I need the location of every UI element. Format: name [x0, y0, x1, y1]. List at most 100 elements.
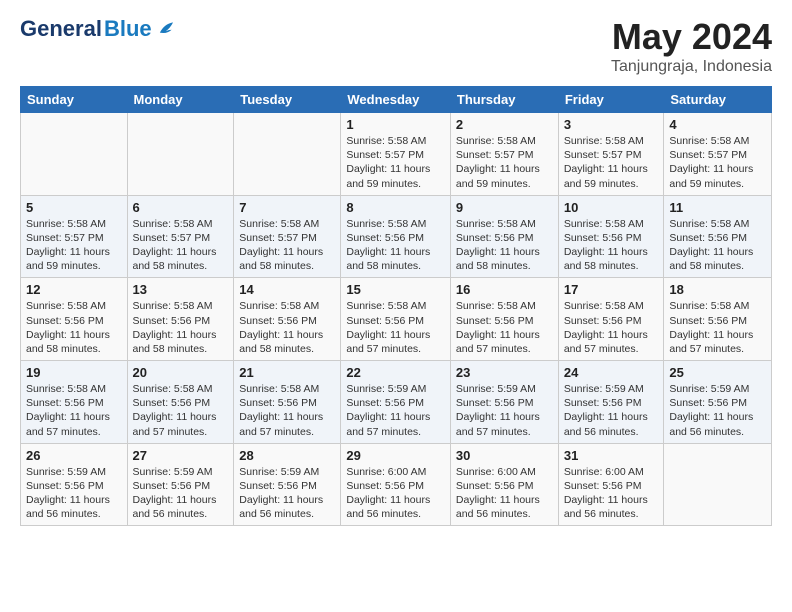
day-number: 8: [346, 200, 445, 215]
day-number: 7: [239, 200, 335, 215]
table-row: 3 Sunrise: 5:58 AMSunset: 5:57 PMDaylight…: [558, 113, 664, 196]
table-row: [664, 443, 772, 526]
day-number: 5: [26, 200, 122, 215]
day-number: 17: [564, 282, 659, 297]
logo-general: General: [20, 16, 102, 42]
table-row: 8Sunrise: 5:58 AMSunset: 5:56 PMDaylight…: [341, 195, 451, 278]
day-info: Sunrise: 5:58 AMSunset: 5:57 PMDaylight:…: [669, 134, 766, 191]
table-row: 20 Sunrise: 5:58 AMSunset: 5:56 PMDayligh…: [127, 361, 234, 444]
day-info: Sunrise: 5:58 AMSunset: 5:56 PMDaylight:…: [133, 382, 229, 439]
day-number: 1: [346, 117, 445, 132]
logo-bird-icon: [154, 18, 176, 40]
table-row: 14Sunrise: 5:58 AMSunset: 5:56 PMDayligh…: [234, 278, 341, 361]
day-number: 3: [564, 117, 659, 132]
calendar-week-row: 5 Sunrise: 5:58 AMSunset: 5:57 PMDaylight…: [21, 195, 772, 278]
day-number: 18: [669, 282, 766, 297]
table-row: 1Sunrise: 5:58 AMSunset: 5:57 PMDaylight…: [341, 113, 451, 196]
day-number: 16: [456, 282, 553, 297]
day-info: Sunrise: 5:58 AMSunset: 5:56 PMDaylight:…: [456, 217, 553, 274]
col-wednesday: Wednesday: [341, 87, 451, 113]
table-row: 31 Sunrise: 6:00 AMSunset: 5:56 PMDayligh…: [558, 443, 664, 526]
day-info: Sunrise: 5:59 AMSunset: 5:56 PMDaylight:…: [346, 382, 445, 439]
day-info: Sunrise: 6:00 AMSunset: 5:56 PMDaylight:…: [456, 465, 553, 522]
day-info: Sunrise: 5:58 AMSunset: 5:57 PMDaylight:…: [239, 217, 335, 274]
calendar-week-row: 26 Sunrise: 5:59 AMSunset: 5:56 PMDayligh…: [21, 443, 772, 526]
table-row: 2 Sunrise: 5:58 AMSunset: 5:57 PMDaylight…: [450, 113, 558, 196]
day-number: 11: [669, 200, 766, 215]
table-row: 21 Sunrise: 5:58 AMSunset: 5:56 PMDayligh…: [234, 361, 341, 444]
day-info: Sunrise: 5:59 AMSunset: 5:56 PMDaylight:…: [239, 465, 335, 522]
day-info: Sunrise: 5:58 AMSunset: 5:56 PMDaylight:…: [133, 299, 229, 356]
table-row: [127, 113, 234, 196]
day-info: Sunrise: 5:58 AMSunset: 5:57 PMDaylight:…: [456, 134, 553, 191]
day-info: Sunrise: 5:59 AMSunset: 5:56 PMDaylight:…: [669, 382, 766, 439]
day-info: Sunrise: 5:58 AMSunset: 5:57 PMDaylight:…: [133, 217, 229, 274]
day-info: Sunrise: 5:58 AMSunset: 5:56 PMDaylight:…: [26, 382, 122, 439]
day-number: 2: [456, 117, 553, 132]
logo-blue: Blue: [104, 16, 152, 42]
table-row: 5 Sunrise: 5:58 AMSunset: 5:57 PMDaylight…: [21, 195, 128, 278]
day-number: 15: [346, 282, 445, 297]
day-info: Sunrise: 5:59 AMSunset: 5:56 PMDaylight:…: [456, 382, 553, 439]
table-row: 23 Sunrise: 5:59 AMSunset: 5:56 PMDayligh…: [450, 361, 558, 444]
table-row: 15 Sunrise: 5:58 AMSunset: 5:56 PMDayligh…: [341, 278, 451, 361]
table-row: 10 Sunrise: 5:58 AMSunset: 5:56 PMDayligh…: [558, 195, 664, 278]
day-info: Sunrise: 5:59 AMSunset: 5:56 PMDaylight:…: [26, 465, 122, 522]
table-row: 9 Sunrise: 5:58 AMSunset: 5:56 PMDaylight…: [450, 195, 558, 278]
day-info: Sunrise: 5:59 AMSunset: 5:56 PMDaylight:…: [133, 465, 229, 522]
day-number: 23: [456, 365, 553, 380]
table-row: [21, 113, 128, 196]
day-number: 10: [564, 200, 659, 215]
table-row: 17 Sunrise: 5:58 AMSunset: 5:56 PMDayligh…: [558, 278, 664, 361]
table-row: [234, 113, 341, 196]
col-friday: Friday: [558, 87, 664, 113]
table-row: 12 Sunrise: 5:58 AMSunset: 5:56 PMDayligh…: [21, 278, 128, 361]
day-number: 13: [133, 282, 229, 297]
table-row: 24 Sunrise: 5:59 AMSunset: 5:56 PMDayligh…: [558, 361, 664, 444]
col-tuesday: Tuesday: [234, 87, 341, 113]
col-sunday: Sunday: [21, 87, 128, 113]
day-number: 4: [669, 117, 766, 132]
day-number: 9: [456, 200, 553, 215]
col-monday: Monday: [127, 87, 234, 113]
day-number: 26: [26, 448, 122, 463]
day-info: Sunrise: 5:58 AMSunset: 5:56 PMDaylight:…: [26, 299, 122, 356]
table-row: 28 Sunrise: 5:59 AMSunset: 5:56 PMDayligh…: [234, 443, 341, 526]
table-row: 16 Sunrise: 5:58 AMSunset: 5:56 PMDayligh…: [450, 278, 558, 361]
day-info: Sunrise: 5:58 AMSunset: 5:56 PMDaylight:…: [239, 299, 335, 356]
day-info: Sunrise: 6:00 AMSunset: 5:56 PMDaylight:…: [564, 465, 659, 522]
day-info: Sunrise: 5:58 AMSunset: 5:56 PMDaylight:…: [456, 299, 553, 356]
table-row: 11Sunrise: 5:58 AMSunset: 5:56 PMDayligh…: [664, 195, 772, 278]
day-info: Sunrise: 5:58 AMSunset: 5:57 PMDaylight:…: [564, 134, 659, 191]
day-info: Sunrise: 5:59 AMSunset: 5:56 PMDaylight:…: [564, 382, 659, 439]
day-info: Sunrise: 5:58 AMSunset: 5:56 PMDaylight:…: [564, 217, 659, 274]
table-row: 26 Sunrise: 5:59 AMSunset: 5:56 PMDayligh…: [21, 443, 128, 526]
day-number: 21: [239, 365, 335, 380]
day-info: Sunrise: 6:00 AMSunset: 5:56 PMDaylight:…: [346, 465, 445, 522]
table-row: 7 Sunrise: 5:58 AMSunset: 5:57 PMDaylight…: [234, 195, 341, 278]
col-thursday: Thursday: [450, 87, 558, 113]
day-info: Sunrise: 5:58 AMSunset: 5:56 PMDaylight:…: [669, 299, 766, 356]
day-number: 24: [564, 365, 659, 380]
day-info: Sunrise: 5:58 AMSunset: 5:57 PMDaylight:…: [26, 217, 122, 274]
table-row: 29Sunrise: 6:00 AMSunset: 5:56 PMDayligh…: [341, 443, 451, 526]
table-row: 4 Sunrise: 5:58 AMSunset: 5:57 PMDaylight…: [664, 113, 772, 196]
table-row: 19Sunrise: 5:58 AMSunset: 5:56 PMDayligh…: [21, 361, 128, 444]
day-number: 12: [26, 282, 122, 297]
location: Tanjungraja, Indonesia: [611, 58, 772, 76]
day-number: 31: [564, 448, 659, 463]
calendar-week-row: 12 Sunrise: 5:58 AMSunset: 5:56 PMDayligh…: [21, 278, 772, 361]
day-info: Sunrise: 5:58 AMSunset: 5:56 PMDaylight:…: [346, 299, 445, 356]
day-number: 20: [133, 365, 229, 380]
calendar-week-row: 19Sunrise: 5:58 AMSunset: 5:56 PMDayligh…: [21, 361, 772, 444]
day-number: 22: [346, 365, 445, 380]
table-row: 18 Sunrise: 5:58 AMSunset: 5:56 PMDayligh…: [664, 278, 772, 361]
table-row: 22 Sunrise: 5:59 AMSunset: 5:56 PMDayligh…: [341, 361, 451, 444]
day-number: 25: [669, 365, 766, 380]
day-number: 28: [239, 448, 335, 463]
calendar-table: Sunday Monday Tuesday Wednesday Thursday…: [20, 86, 772, 526]
day-info: Sunrise: 5:58 AMSunset: 5:56 PMDaylight:…: [564, 299, 659, 356]
table-row: 13 Sunrise: 5:58 AMSunset: 5:56 PMDayligh…: [127, 278, 234, 361]
title-block: May 2024 Tanjungraja, Indonesia: [611, 16, 772, 76]
day-info: Sunrise: 5:58 AMSunset: 5:56 PMDaylight:…: [239, 382, 335, 439]
